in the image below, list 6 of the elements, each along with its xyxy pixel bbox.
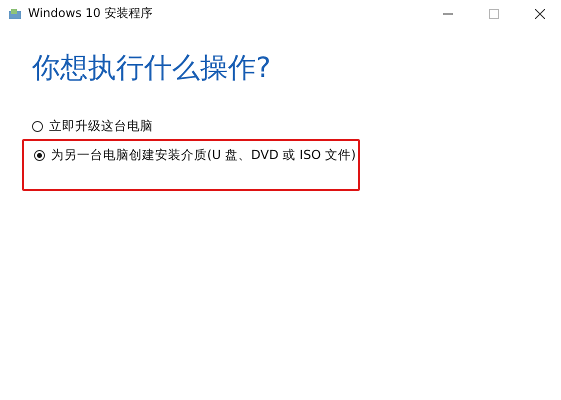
- window-title: Windows 10 安装程序: [28, 5, 152, 22]
- close-icon[interactable]: [535, 8, 545, 18]
- radio-option[interactable]: 为另一台电脑创建安装介质(U 盘、DVD 或 ISO 文件): [34, 147, 358, 164]
- setup-icon: [8, 8, 22, 20]
- page-heading: 你想执行什么操作?: [32, 50, 272, 86]
- radio-option[interactable]: 立即升级这台电脑: [32, 118, 153, 134]
